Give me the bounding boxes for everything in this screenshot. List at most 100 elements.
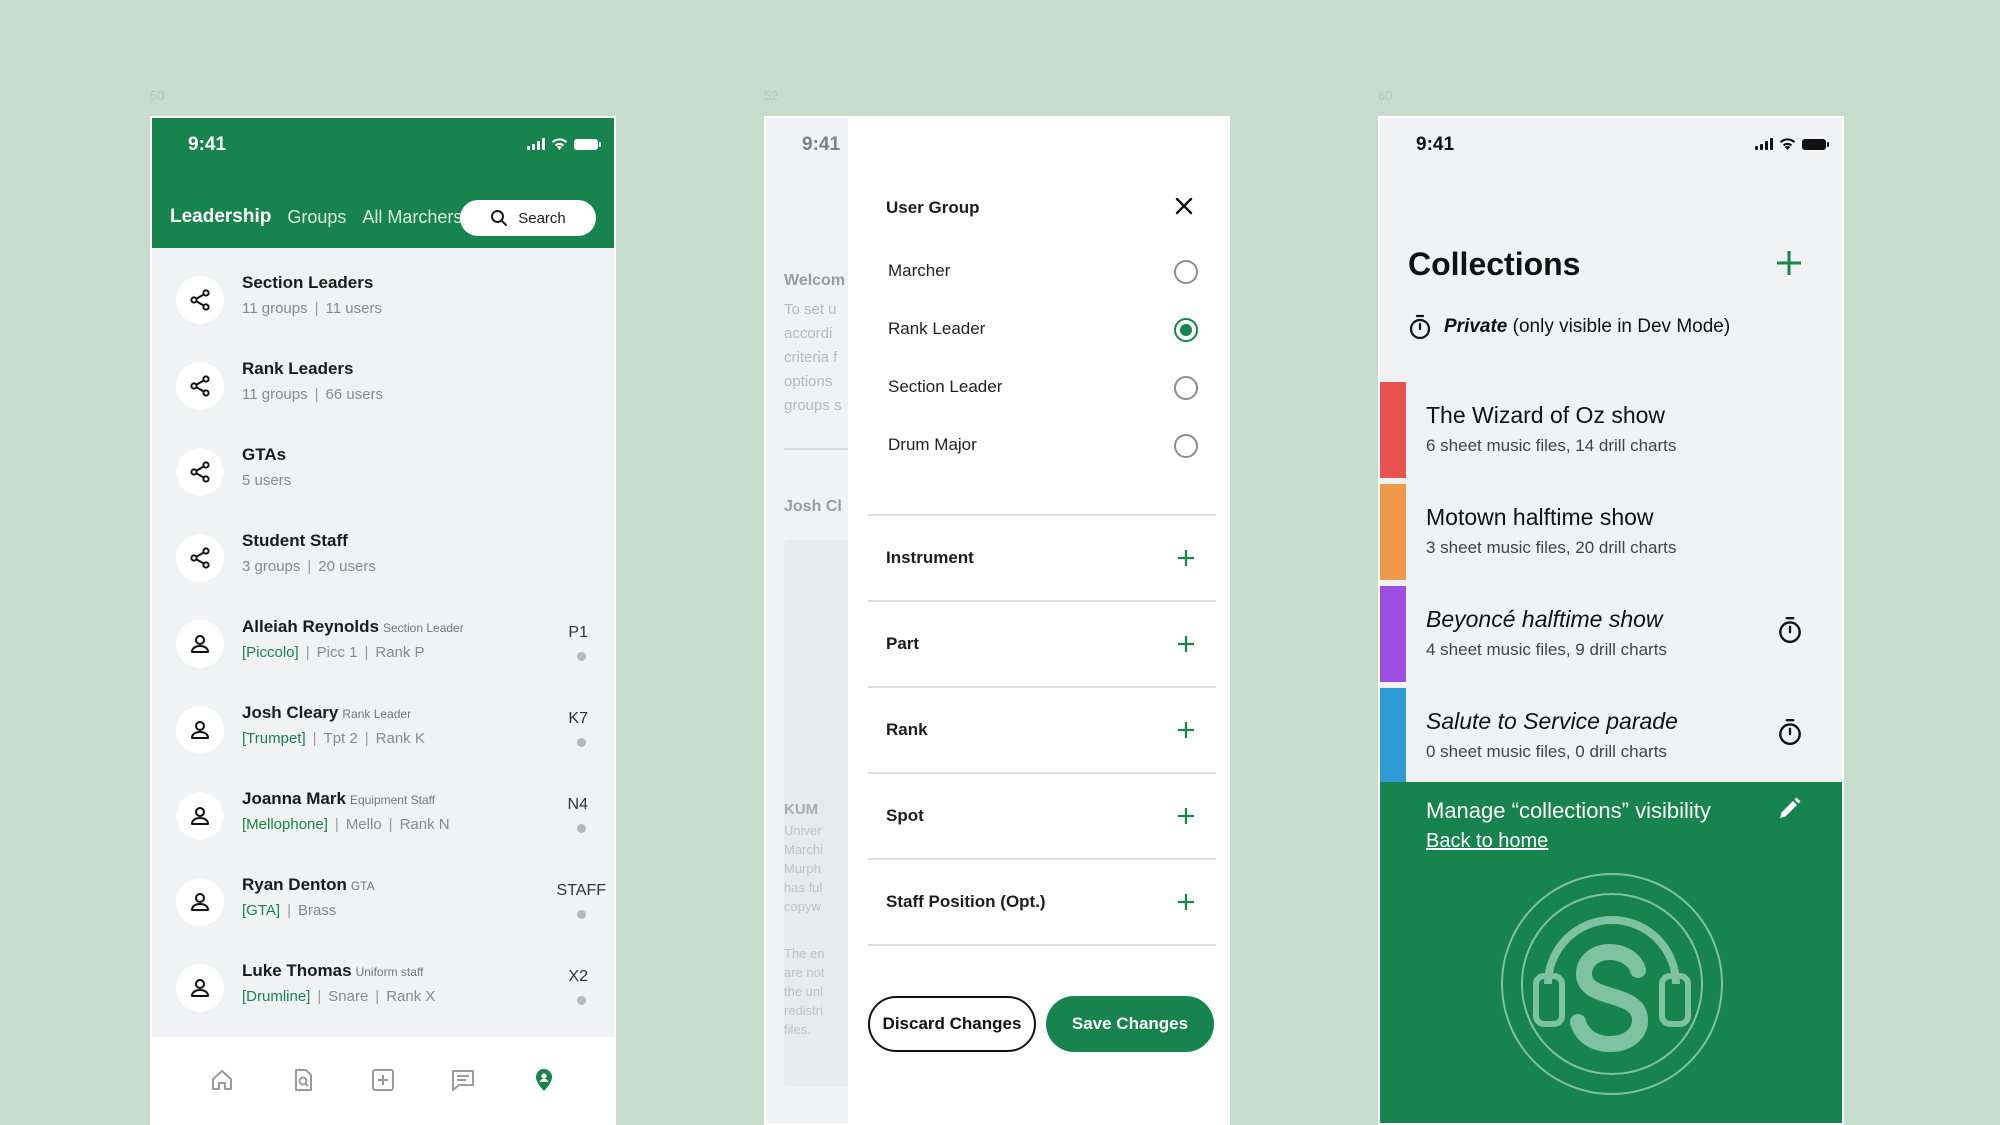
share-icon (176, 362, 224, 410)
signal-icon (1755, 138, 1773, 150)
status-time: 9:41 (1416, 134, 1455, 155)
modal-title: User Group (886, 198, 980, 217)
user-row[interactable]: Luke Thomas Uniform staff [Drumline] | Snar… (152, 952, 614, 1038)
collection-color-bar (1380, 382, 1406, 478)
option-rank-leader[interactable]: Rank Leader (888, 310, 1198, 350)
group-name: Rank Leaders (242, 359, 354, 378)
person-icon (176, 792, 224, 840)
user-name: Ryan Denton GTA (242, 875, 375, 894)
manage-visibility-panel: Manage “collections” visibility Back to … (1380, 782, 1842, 1123)
add-square-icon[interactable] (370, 1067, 396, 1093)
bg-card-text: KUM Univer Marchi Murph has ful copyw Th… (784, 801, 825, 1037)
person-icon (176, 964, 224, 1012)
collection-color-bar (1380, 484, 1406, 580)
search-document-icon[interactable] (290, 1067, 316, 1093)
bg-divider (784, 448, 848, 450)
spot-code: P1 (568, 624, 588, 641)
option-marcher[interactable]: Marcher (888, 252, 1198, 292)
section-instrument[interactable]: Instrument (868, 514, 1216, 600)
add-collection-icon[interactable] (1774, 248, 1804, 278)
user-details: [Drumline] | Snare | Rank X (242, 988, 436, 1005)
plus-icon[interactable] (1176, 634, 1196, 654)
wifi-icon (1779, 138, 1796, 150)
plus-icon[interactable] (1176, 548, 1196, 568)
group-row[interactable]: Student Staff 3 groups | 20 users (152, 522, 614, 608)
status-bar: 9:41 (1380, 118, 1842, 174)
pencil-icon[interactable] (1776, 796, 1802, 822)
user-role: GTA (350, 879, 375, 893)
user-row[interactable]: Ryan Denton GTA [GTA] | Brass STAFF (152, 866, 614, 952)
battery-icon (1802, 139, 1829, 150)
status-time: 9:41 (802, 134, 841, 155)
plus-icon[interactable] (1176, 892, 1196, 912)
collection-item[interactable]: Beyoncé halftime show 4 sheet music file… (1380, 586, 1842, 682)
user-row[interactable]: Joanna Mark Equipment Staff [Mellophone] |… (152, 780, 614, 866)
group-row[interactable]: Rank Leaders 11 groups | 66 users (152, 350, 614, 436)
group-stats: 5 users (242, 472, 292, 489)
user-details: [Piccolo] | Picc 1 | Rank P (242, 644, 425, 661)
headphones-logo-icon (1501, 873, 1723, 1095)
collection-item[interactable]: Motown halftime show 3 sheet music files… (1380, 484, 1842, 580)
user-role: Section Leader (382, 621, 464, 635)
bottom-nav (152, 1037, 614, 1123)
search-button[interactable]: Search (460, 200, 596, 236)
section-part[interactable]: Part (868, 600, 1216, 686)
share-icon (176, 276, 224, 324)
bg-welcome-text: To set u accordi criteria f options grou… (784, 301, 842, 414)
group-row[interactable]: GTAs 5 users (152, 436, 614, 522)
close-icon[interactable] (1172, 194, 1196, 218)
section-spot[interactable]: Spot (868, 772, 1216, 858)
status-dot (577, 652, 586, 661)
collection-item[interactable]: The Wizard of Oz show 6 sheet music file… (1380, 382, 1842, 478)
wifi-icon (551, 138, 568, 150)
location-person-icon[interactable] (531, 1067, 557, 1093)
search-label: Search (518, 209, 566, 227)
user-role: Uniform staff (355, 965, 424, 979)
plus-icon[interactable] (1176, 720, 1196, 740)
home-icon[interactable] (209, 1067, 235, 1093)
user-row[interactable]: Alleiah Reynolds Section Leader [Piccolo]… (152, 608, 614, 694)
save-changes-button[interactable]: Save Changes (1046, 996, 1214, 1052)
user-name: Luke Thomas Uniform staff (242, 961, 424, 980)
collection-item[interactable]: Salute to Service parade 0 sheet music f… (1380, 688, 1842, 784)
back-to-home-link[interactable]: Back to home (1426, 830, 1548, 853)
section-rank[interactable]: Rank (868, 686, 1216, 772)
group-name: Section Leaders (242, 273, 374, 292)
search-icon (491, 210, 508, 226)
group-row[interactable]: Section Leaders 11 groups | 11 users (152, 264, 614, 350)
chat-icon[interactable] (450, 1067, 476, 1093)
user-details: [GTA] | Brass (242, 902, 337, 919)
user-details: [Mellophone] | Mello | Rank N (242, 816, 450, 833)
status-bar: 9:41 (152, 118, 614, 174)
person-icon (176, 878, 224, 926)
radio-button[interactable] (1174, 434, 1198, 458)
signal-icon (527, 138, 545, 150)
tab-all-marchers[interactable]: All Marchers (362, 207, 462, 228)
private-legend: Private (only visible in Dev Mode) (1408, 314, 1730, 340)
section-staff-position[interactable]: Staff Position (Opt.) (868, 858, 1216, 944)
group-stats: 3 groups | 20 users (242, 558, 376, 575)
option-section-leader[interactable]: Section Leader (888, 368, 1198, 408)
collection-stats: 0 sheet music files, 0 drill charts (1426, 742, 1667, 761)
user-name: Joanna Mark Equipment Staff (242, 789, 436, 808)
radio-button[interactable] (1174, 260, 1198, 284)
private-note: (only visible in Dev Mode) (1512, 316, 1731, 337)
collection-stats: 6 sheet music files, 14 drill charts (1426, 436, 1677, 455)
tab-groups[interactable]: Groups (287, 207, 346, 228)
frame-label: 50 (150, 88, 165, 103)
section-label: Staff Position (Opt.) (886, 892, 1046, 911)
status-dot (577, 824, 586, 833)
plus-icon[interactable] (1176, 806, 1196, 826)
spot-code: X2 (568, 968, 588, 985)
option-drum-major[interactable]: Drum Major (888, 426, 1198, 466)
tab-leadership[interactable]: Leadership (170, 206, 271, 228)
collection-stats: 3 sheet music files, 20 drill charts (1426, 538, 1677, 557)
collections-screen: 9:41 Collections Private (only visible i… (1378, 116, 1844, 1125)
radio-button-selected[interactable] (1174, 318, 1198, 342)
collection-name: Motown halftime show (1426, 504, 1654, 530)
discard-changes-button[interactable]: Discard Changes (868, 996, 1036, 1052)
group-stats: 11 groups | 66 users (242, 386, 384, 403)
user-name: Alleiah Reynolds Section Leader (242, 617, 464, 636)
radio-button[interactable] (1174, 376, 1198, 400)
user-row[interactable]: Josh Cleary Rank Leader [Trumpet] | Tpt 2 | R… (152, 694, 614, 780)
